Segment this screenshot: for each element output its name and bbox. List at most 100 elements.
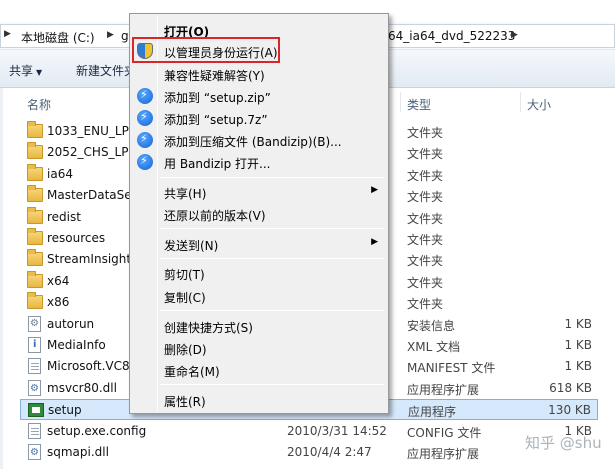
file-name: x64 xyxy=(47,273,70,288)
bandizip-icon xyxy=(137,110,153,126)
folder-icon xyxy=(27,185,43,203)
file-name: Microsoft.VC8 xyxy=(47,359,130,374)
folder-icon xyxy=(27,142,43,160)
menu-item-label: 重命名(M) xyxy=(164,365,220,379)
file-name: msvcr80.dll xyxy=(47,380,117,395)
new-folder-button[interactable]: 新建文件夹 xyxy=(76,62,136,79)
column-header-type[interactable]: 类型 xyxy=(407,96,431,113)
chevron-right-icon[interactable]: ▶ xyxy=(511,30,518,40)
menu-item-label: 共享(H) xyxy=(164,187,207,201)
menu-item-label: 发送到(N) xyxy=(164,239,219,253)
file-size: 1 KB xyxy=(564,338,592,352)
file-type: 文件夹 xyxy=(407,254,444,269)
menu-item-create-shortcut[interactable]: 创建快捷方式(S) xyxy=(132,315,386,337)
file-type: 文件夹 xyxy=(407,126,444,140)
folder-icon xyxy=(27,270,43,288)
menu-item-label: 添加到 “setup.7z” xyxy=(164,113,268,127)
folder-icon xyxy=(27,121,43,138)
folder-icon xyxy=(27,206,43,224)
file-type: 应用程序扩展 xyxy=(407,382,480,397)
file-type: CONFIG 文件 xyxy=(407,425,482,440)
column-divider[interactable] xyxy=(520,92,521,112)
column-divider[interactable] xyxy=(400,92,401,112)
xml-file-icon xyxy=(28,337,41,353)
address-segment-folder[interactable]: g xyxy=(121,29,129,43)
chevron-down-icon: ▼ xyxy=(36,68,43,77)
bandizip-icon xyxy=(137,88,153,104)
document-file-icon xyxy=(28,358,41,375)
menu-separator xyxy=(160,228,384,229)
file-name: sqmapi.dll xyxy=(47,445,109,459)
file-type: MANIFEST 文件 xyxy=(407,361,496,376)
share-button[interactable]: 共享 ▼ xyxy=(9,62,42,79)
file-row[interactable]: setup.exe.config 2010/3/31 14:52 CONFIG 文件… xyxy=(20,421,598,442)
bandizip-icon xyxy=(137,154,153,170)
address-segment-dvd[interactable]: 64_ia64_dvd_522233 xyxy=(388,29,515,43)
menu-item-delete[interactable]: 删除(D) xyxy=(132,337,386,359)
file-row[interactable]: sqmapi.dll 2010/4/4 2:47 应用程序扩展 xyxy=(20,442,598,463)
folder-icon xyxy=(27,292,43,310)
menu-separator xyxy=(160,258,384,259)
file-name: x86 xyxy=(47,295,70,310)
menu-item-label: 剪切(T) xyxy=(164,268,205,282)
column-header-size[interactable]: 大小 xyxy=(527,96,551,113)
menu-item-add-zip[interactable]: 添加到 “setup.zip” xyxy=(132,85,386,107)
file-type: 应用程序扩展 xyxy=(407,447,480,461)
menu-separator xyxy=(160,177,384,178)
file-date: 2010/4/4 2:47 xyxy=(287,445,372,459)
file-name: 2052_CHS_LP xyxy=(47,145,129,160)
folder-icon xyxy=(27,228,43,245)
menu-item-restore-versions[interactable]: 还原以前的版本(V) xyxy=(132,203,386,225)
menu-separator xyxy=(160,384,384,385)
file-size: 1 KB xyxy=(564,316,592,331)
file-type: 文件夹 xyxy=(407,233,444,247)
menu-item-share[interactable]: 共享(H) ▶ xyxy=(132,181,386,203)
file-name: setup xyxy=(48,403,82,418)
bandizip-icon xyxy=(137,132,153,148)
menu-item-label: 添加到压缩文件 (Bandizip)(B)... xyxy=(164,135,342,149)
share-label: 共享 xyxy=(9,64,34,78)
dll-file-icon xyxy=(28,379,41,396)
submenu-arrow-icon: ▶ xyxy=(371,237,378,247)
menu-item-label: 复制(C) xyxy=(164,291,206,305)
file-size: 618 KB xyxy=(549,380,592,395)
menu-item-copy[interactable]: 复制(C) xyxy=(132,285,386,307)
file-type: 文件夹 xyxy=(407,211,444,226)
menu-item-open-bandizip[interactable]: 用 Bandizip 打开... xyxy=(132,151,386,173)
setup-info-file-icon xyxy=(28,315,41,332)
file-date: 2010/3/31 14:52 xyxy=(287,423,387,438)
file-type: 文件夹 xyxy=(407,168,444,183)
application-icon xyxy=(28,403,44,418)
menu-item-add-7z[interactable]: 添加到 “setup.7z” xyxy=(132,107,386,129)
document-file-icon xyxy=(28,422,41,439)
file-name: 1033_ENU_LP xyxy=(47,124,129,138)
menu-item-properties[interactable]: 属性(R) xyxy=(132,389,386,411)
menu-item-label: 还原以前的版本(V) xyxy=(164,209,266,223)
folder-icon xyxy=(27,163,43,181)
file-name: MediaInfo xyxy=(47,338,106,352)
menu-item-send-to[interactable]: 发送到(N) ▶ xyxy=(132,233,386,255)
chevron-right-icon[interactable]: ▶ xyxy=(107,30,114,40)
annotation-highlight-box xyxy=(132,37,280,63)
menu-item-cut[interactable]: 剪切(T) xyxy=(132,262,386,284)
file-size: 1 KB xyxy=(564,359,592,374)
submenu-arrow-icon: ▶ xyxy=(371,185,378,195)
address-expand-icon[interactable]: ▶ xyxy=(4,29,11,39)
menu-item-add-archive[interactable]: 添加到压缩文件 (Bandizip)(B)... xyxy=(132,129,386,151)
dll-file-icon xyxy=(28,444,41,460)
file-size: 130 KB xyxy=(548,403,591,418)
column-header-name[interactable]: 名称 xyxy=(27,96,51,113)
file-type: 文件夹 xyxy=(407,275,444,290)
file-name: redist xyxy=(47,209,81,224)
menu-item-label: 添加到 “setup.zip” xyxy=(164,91,271,105)
file-name: MasterDataSe xyxy=(47,188,132,203)
file-name: setup.exe.config xyxy=(47,423,147,438)
menu-item-label: 兼容性疑难解答(Y) xyxy=(164,69,265,83)
menu-item-rename[interactable]: 重命名(M) xyxy=(132,359,386,381)
file-type: 文件夹 xyxy=(407,297,444,312)
file-type: 应用程序 xyxy=(408,405,457,420)
address-segment-drive[interactable]: 本地磁盘 (C:) xyxy=(21,29,95,46)
menu-separator xyxy=(160,310,384,311)
file-name: ia64 xyxy=(47,166,73,181)
menu-item-compatibility[interactable]: 兼容性疑难解答(Y) xyxy=(132,63,386,85)
